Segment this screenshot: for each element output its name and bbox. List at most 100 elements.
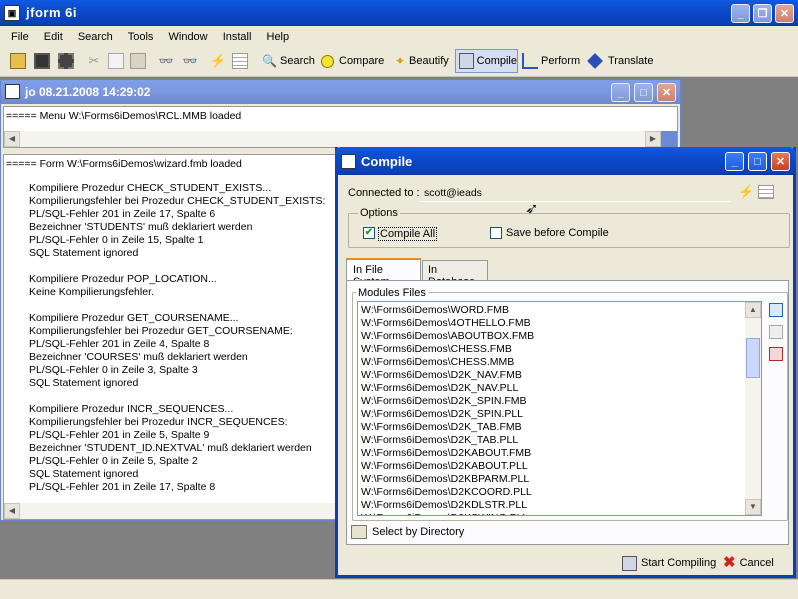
select-by-directory-button[interactable]: Select by Directory [351,523,464,541]
binoculars-icon: 👓 [158,54,174,68]
close-icon[interactable]: ✕ [775,4,794,23]
menu-log-pane[interactable]: ===== Menu W:\Forms6iDemos\RCL.MMB loade… [3,106,678,148]
doc-close-icon[interactable]: ✕ [657,83,676,102]
dialog-connect-icon[interactable]: ⚡ [738,184,754,200]
scroll-left-icon[interactable]: ◀ [4,131,20,147]
log-line: Kompiliere Prozedur INCR_SEQUENCES... [29,403,234,415]
menu-tools[interactable]: Tools [122,27,160,47]
menu-edit[interactable]: Edit [38,27,69,47]
tab-in-database[interactable]: In Database [422,260,488,288]
log-line: Keine Kompilierungsfehler. [29,286,154,298]
paste-button[interactable] [130,49,146,73]
perform-button[interactable]: Perform [522,49,580,73]
log-line: Kompiliere Prozedur GET_COURSENAME... [29,312,239,324]
doc-title-bar[interactable]: jo 08.21.2008 14:29:02 _ □ ✕ [1,80,680,104]
start-compiling-button[interactable]: Start Compiling [622,553,716,573]
perform-icon [522,53,538,69]
search-toolbar-label: Search [280,55,315,67]
dialog-title-bar[interactable]: Compile _ □ ✕ [335,147,796,175]
list-scroll-up-icon[interactable]: ▲ [745,302,761,318]
log-line: SQL Statement ignored [29,468,139,480]
find-replace-button[interactable]: 👓 [182,49,198,73]
log-line: PL/SQL-Fehler 201 in Zeile 5, Spalte 9 [29,429,210,441]
compile-toolbar-button[interactable]: Compile [455,49,518,73]
menu-window[interactable]: Window [163,27,214,47]
open-button[interactable] [10,49,26,73]
file-list-item[interactable]: W:\Forms6iDemos\D2K_NAV.FMB [358,369,744,382]
list-scroll-thumb[interactable] [746,338,760,378]
dialog-minimize-icon[interactable]: _ [725,152,744,171]
log-scroll-left-icon[interactable]: ◀ [4,503,20,519]
modules-file-list[interactable]: W:\Forms6iDemos\WORD.FMB W:\Forms6iDemos\… [357,301,762,516]
beautify-button[interactable]: ✦ Beautify [392,49,449,73]
dialog-close-icon[interactable]: ✕ [771,152,790,171]
menu-file[interactable]: File [5,27,35,47]
app-title: jform 6i [26,5,77,20]
dialog-icon [341,154,356,169]
list-scroll-down-icon[interactable]: ▼ [745,499,761,515]
restore-icon[interactable]: ❐ [753,4,772,23]
app-title-bar[interactable]: ▣ jform 6i _ ❐ ✕ [0,0,798,26]
file-list-item[interactable]: W:\Forms6iDemos\WORD.FMB [358,304,744,317]
disconnect-button[interactable] [232,49,248,73]
compile-all-checkbox[interactable]: ✔ [363,227,375,239]
log-line: SQL Statement ignored [29,247,139,259]
translate-icon [587,53,603,69]
log-line: PL/SQL-Fehler 0 in Zeile 3, Spalte 3 [29,364,198,376]
file-list-vscroll[interactable]: ▲ ▼ [745,302,761,515]
top-pane-hscroll[interactable]: ◀ ▶ [4,131,677,147]
cancel-button[interactable]: ✖ Cancel [723,553,774,573]
file-list-item[interactable]: W:\Forms6iDemos\D2KCOORD.PLL [358,486,744,499]
menu-search[interactable]: Search [72,27,119,47]
file-list-item[interactable]: W:\Forms6iDemos\D2K_TAB.PLL [358,434,744,447]
file-list-item[interactable]: W:\Forms6iDemos\D2K_TAB.FMB [358,421,744,434]
scroll-right-icon[interactable]: ▶ [645,131,661,147]
tab-in-file-system[interactable]: In File System [346,258,421,288]
doc-minimize-icon[interactable]: _ [611,83,630,102]
compile-all-label[interactable]: Compile All [378,227,438,241]
find-button[interactable]: 👓 [158,49,174,73]
file-list-item[interactable]: W:\Forms6iDemos\D2KDLSTR.PLL [358,499,744,512]
menu-help[interactable]: Help [261,27,296,47]
edit-file-icon[interactable] [769,325,783,339]
file-list-item[interactable]: W:\Forms6iDemos\D2KABOUT.PLL [358,460,744,473]
file-list-item[interactable]: W:\Forms6iDemos\4OTHELLO.FMB [358,317,744,330]
cut-button[interactable]: ✂ [86,49,102,73]
doc-maximize-icon[interactable]: □ [634,83,653,102]
search-toolbar-button[interactable]: 🔍 Search [262,49,315,73]
dialog-disconnect-icon[interactable] [758,185,774,199]
file-list-item[interactable]: W:\Forms6iDemos\ABOUTBOX.FMB [358,330,744,343]
doc-icon [5,84,20,99]
file-list-item[interactable]: W:\Forms6iDemos\D2KSWING.PLL [358,512,744,515]
copy-button[interactable] [108,49,124,73]
folder-open-icon [10,53,26,69]
status-bar [0,579,798,599]
delete-file-icon[interactable] [769,347,783,361]
dialog-maximize-icon[interactable]: □ [748,152,767,171]
minimize-icon[interactable]: _ [731,4,750,23]
save-before-checkbox[interactable] [490,227,502,239]
start-compiling-label: Start Compiling [641,557,717,569]
file-list-item[interactable]: W:\Forms6iDemos\D2K_SPIN.PLL [358,408,744,421]
options-label: Options [358,207,400,219]
form-loaded-line: ===== Form W:\Forms6iDemos\wizard.fmb lo… [6,158,242,170]
log-line: SQL Statement ignored [29,377,139,389]
compare-button[interactable]: Compare [321,49,384,73]
translate-button[interactable]: Translate [587,49,653,73]
scissors-icon: ✂ [88,53,100,68]
connected-value: scott@ieads [424,187,482,199]
connect-button[interactable]: ⚡ [210,49,226,73]
file-list-item[interactable]: W:\Forms6iDemos\CHESS.MMB [358,356,744,369]
directory-icon [351,525,367,539]
file-list-item[interactable]: W:\Forms6iDemos\D2K_NAV.PLL [358,382,744,395]
file-list-item[interactable]: W:\Forms6iDemos\D2KABOUT.FMB [358,447,744,460]
file-list-item[interactable]: W:\Forms6iDemos\D2KBPARM.PLL [358,473,744,486]
file-list-item[interactable]: W:\Forms6iDemos\D2K_SPIN.FMB [358,395,744,408]
add-file-icon[interactable] [769,303,783,317]
log-line: PL/SQL-Fehler 0 in Zeile 15, Spalte 1 [29,234,204,246]
file-list-item[interactable]: W:\Forms6iDemos\CHESS.FMB [358,343,744,356]
menu-install[interactable]: Install [217,27,258,47]
save-all-button[interactable] [58,49,74,73]
save-before-label[interactable]: Save before Compile [506,227,609,239]
save-button[interactable] [34,49,50,73]
